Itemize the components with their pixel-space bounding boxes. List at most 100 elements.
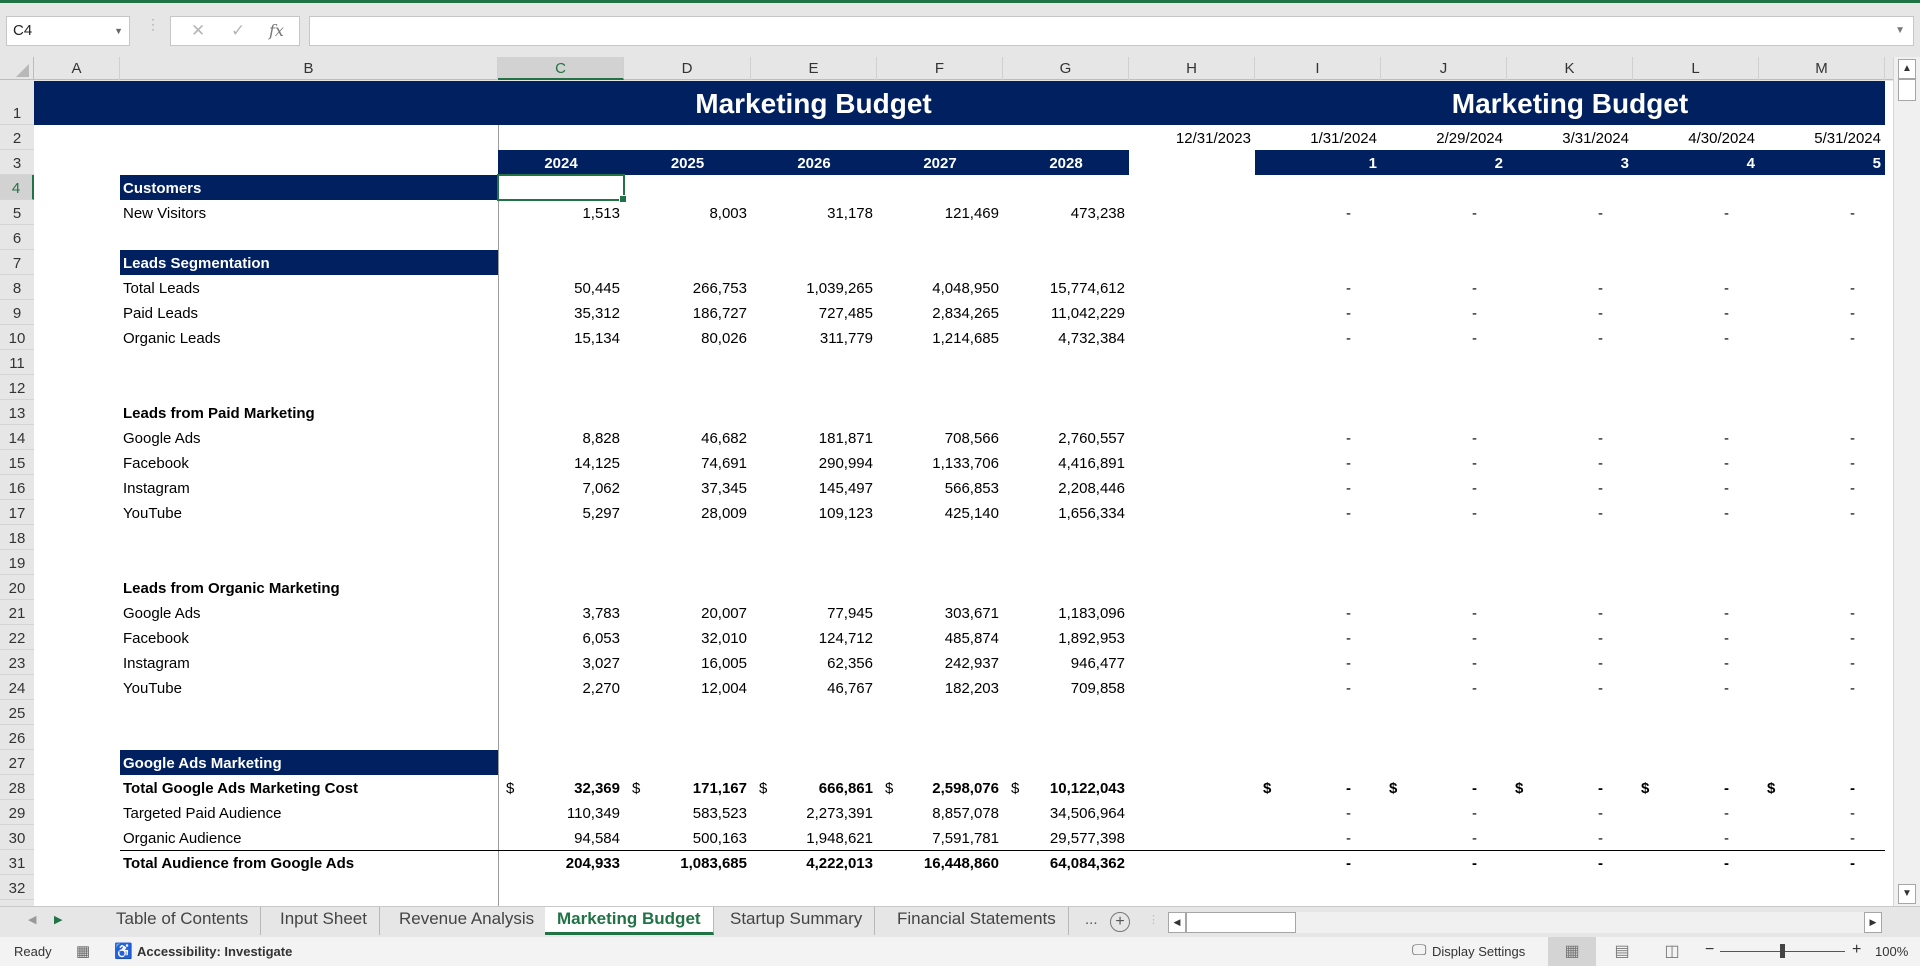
dash-cell[interactable]: - (1381, 650, 1507, 675)
value-cell[interactable]: 32,369 (498, 775, 624, 800)
page-break-preview-icon[interactable]: ◫ (1648, 937, 1696, 966)
value-cell[interactable]: 20,007 (624, 600, 751, 625)
value-cell[interactable]: 14,125 (498, 450, 624, 475)
dash-cell[interactable]: - (1255, 500, 1381, 525)
value-cell[interactable]: 4,732,384 (1003, 325, 1129, 350)
value-cell[interactable]: 583,523 (624, 800, 751, 825)
dash-cell[interactable]: - (1633, 675, 1759, 700)
dash-cell[interactable]: - (1381, 850, 1507, 875)
column-header-k[interactable]: K (1507, 57, 1633, 80)
value-cell[interactable]: 1,892,953 (1003, 625, 1129, 650)
row-header-11[interactable]: 11 (0, 350, 34, 375)
dash-cell[interactable]: - (1255, 475, 1381, 500)
value-cell[interactable]: 1,183,096 (1003, 600, 1129, 625)
value-cell[interactable]: 473,238 (1003, 200, 1129, 225)
column-header-c[interactable]: C (498, 57, 624, 80)
value-cell[interactable]: 4,222,013 (751, 850, 877, 875)
dash-cell[interactable]: - (1633, 800, 1759, 825)
dash-cell[interactable]: - (1255, 625, 1381, 650)
dash-cell[interactable]: - (1759, 600, 1885, 625)
value-cell[interactable]: 2,834,265 (877, 300, 1003, 325)
row-header-32[interactable]: 32 (0, 875, 34, 900)
row-header-21[interactable]: 21 (0, 600, 34, 625)
value-cell[interactable]: 181,871 (751, 425, 877, 450)
dash-cell[interactable]: - (1633, 825, 1759, 850)
dash-cell[interactable]: - (1381, 200, 1507, 225)
dash-cell[interactable]: - (1381, 775, 1507, 800)
zoom-in-button[interactable]: + (1852, 941, 1861, 959)
value-cell[interactable]: 74,691 (624, 450, 751, 475)
zoom-out-button[interactable]: − (1705, 941, 1714, 959)
value-cell[interactable]: 2,270 (498, 675, 624, 700)
dash-cell[interactable]: - (1633, 325, 1759, 350)
column-header-f[interactable]: F (877, 57, 1003, 80)
value-cell[interactable]: 946,477 (1003, 650, 1129, 675)
dash-cell[interactable]: - (1633, 300, 1759, 325)
row-header-6[interactable]: 6 (0, 225, 34, 250)
value-cell[interactable]: 15,134 (498, 325, 624, 350)
value-cell[interactable]: 1,948,621 (751, 825, 877, 850)
value-cell[interactable]: 8,003 (624, 200, 751, 225)
dash-cell[interactable]: - (1759, 450, 1885, 475)
zoom-level[interactable]: 100% (1875, 944, 1908, 959)
macro-recording-icon[interactable]: ▦ (76, 942, 90, 960)
dash-cell[interactable]: - (1633, 775, 1759, 800)
dash-cell[interactable]: - (1507, 325, 1633, 350)
row-header-8[interactable]: 8 (0, 275, 34, 300)
dash-cell[interactable]: - (1255, 425, 1381, 450)
value-cell[interactable]: 50,445 (498, 275, 624, 300)
value-cell[interactable]: 6,053 (498, 625, 624, 650)
sheet-tab-table-of-contents[interactable]: Table of Contents (104, 907, 262, 935)
value-cell[interactable]: 4,048,950 (877, 275, 1003, 300)
zoom-slider-thumb[interactable] (1780, 944, 1785, 958)
expand-formula-bar-icon[interactable]: ▼ (1895, 25, 1905, 36)
dash-cell[interactable]: - (1381, 425, 1507, 450)
value-cell[interactable]: 3,027 (498, 650, 624, 675)
column-header-b[interactable]: B (120, 57, 498, 80)
dash-cell[interactable]: - (1507, 200, 1633, 225)
dash-cell[interactable]: - (1381, 825, 1507, 850)
worksheet-grid[interactable]: Marketing Budget Marketing Budget 12/31/20… (34, 81, 1893, 906)
value-cell[interactable]: 80,026 (624, 325, 751, 350)
chevron-down-icon[interactable]: ▼ (114, 26, 123, 36)
value-cell[interactable]: 2,598,076 (877, 775, 1003, 800)
dash-cell[interactable]: - (1255, 300, 1381, 325)
row-header-25[interactable]: 25 (0, 700, 34, 725)
horizontal-scrollbar[interactable]: ◀ ▶ (1168, 912, 1882, 933)
dash-cell[interactable]: - (1507, 775, 1633, 800)
value-cell[interactable]: 290,994 (751, 450, 877, 475)
dash-cell[interactable]: - (1507, 850, 1633, 875)
value-cell[interactable]: 12,004 (624, 675, 751, 700)
dash-cell[interactable]: - (1507, 825, 1633, 850)
sheet-tab-financial-statements[interactable]: Financial Statements (885, 907, 1069, 935)
value-cell[interactable]: 1,656,334 (1003, 500, 1129, 525)
value-cell[interactable]: 28,009 (624, 500, 751, 525)
value-cell[interactable]: 10,122,043 (1003, 775, 1129, 800)
dash-cell[interactable]: - (1759, 200, 1885, 225)
column-header-d[interactable]: D (624, 57, 751, 80)
dash-cell[interactable]: - (1255, 850, 1381, 875)
more-sheets-button[interactable]: ... (1085, 911, 1098, 928)
column-header-a[interactable]: A (34, 57, 120, 80)
sheet-tab-input-sheet[interactable]: Input Sheet (268, 907, 380, 935)
name-box[interactable]: C4 ▼ (6, 16, 130, 46)
dash-cell[interactable]: - (1759, 775, 1885, 800)
scroll-up-icon[interactable]: ▲ (1898, 59, 1916, 79)
row-header-5[interactable]: 5 (0, 200, 34, 225)
value-cell[interactable]: 311,779 (751, 325, 877, 350)
row-header-3[interactable]: 3 (0, 150, 34, 175)
value-cell[interactable]: 16,448,860 (877, 850, 1003, 875)
dash-cell[interactable]: - (1255, 450, 1381, 475)
value-cell[interactable]: 500,163 (624, 825, 751, 850)
value-cell[interactable]: 182,203 (877, 675, 1003, 700)
row-header-23[interactable]: 23 (0, 650, 34, 675)
enter-icon[interactable]: ✓ (231, 21, 245, 41)
value-cell[interactable]: 5,297 (498, 500, 624, 525)
value-cell[interactable]: 204,933 (498, 850, 624, 875)
dash-cell[interactable]: - (1633, 500, 1759, 525)
dash-cell[interactable]: - (1507, 675, 1633, 700)
dash-cell[interactable]: - (1381, 625, 1507, 650)
next-sheet-icon[interactable]: ▶ (54, 913, 62, 926)
value-cell[interactable]: 266,753 (624, 275, 751, 300)
row-header-22[interactable]: 22 (0, 625, 34, 650)
